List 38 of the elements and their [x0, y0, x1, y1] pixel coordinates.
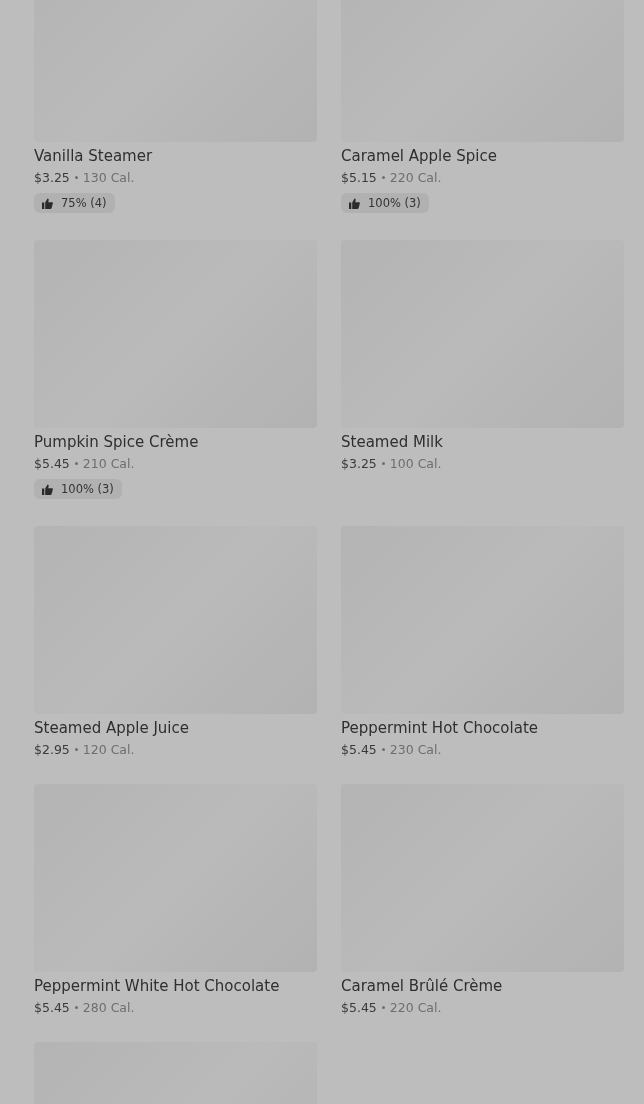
item-name: Vanilla Steamer [34, 147, 154, 165]
item-price: $2.95 [34, 742, 70, 757]
item-calories: 220 Cal. [389, 1000, 442, 1015]
item-calories: 100 Cal. [389, 456, 442, 471]
item-calories: 220 Cal. [389, 170, 442, 185]
rating-badge: 100% (3) [341, 193, 429, 213]
item-calories: 120 Cal. [82, 742, 135, 757]
item-name: Pumpkin Spice Crème [34, 433, 200, 451]
thumbs-up-icon [42, 483, 53, 495]
item-name: Peppermint White Hot Chocolate [34, 977, 281, 995]
separator-dot [74, 176, 78, 179]
item-calories: 210 Cal. [82, 456, 135, 471]
item-name: Caramel Apple Spice [341, 147, 498, 165]
item-calories: 230 Cal. [389, 742, 442, 757]
separator-dot [74, 1006, 78, 1009]
item-price: $5.45 [341, 742, 377, 757]
item-price: $5.45 [34, 456, 70, 471]
separator-dot [381, 1006, 385, 1009]
item-price: $5.45 [341, 1000, 377, 1015]
rating-badge: 75% (4) [34, 193, 115, 213]
separator-dot [381, 176, 385, 179]
separator-dot [74, 748, 78, 751]
separator-dot [381, 748, 385, 751]
item-name: Steamed Milk [341, 433, 444, 451]
item-calories: 280 Cal. [82, 1000, 135, 1015]
item-name: Peppermint Hot Chocolate [341, 719, 539, 737]
separator-dot [74, 462, 78, 465]
item-price: $3.25 [34, 170, 70, 185]
item-price: $5.45 [34, 1000, 70, 1015]
separator-dot [381, 462, 385, 465]
item-price: $5.15 [341, 170, 377, 185]
item-calories: 130 Cal. [82, 170, 135, 185]
thumbs-up-icon [349, 197, 360, 209]
thumbs-up-icon [42, 197, 53, 209]
item-name: Caramel Brûlé Crème [341, 977, 504, 995]
item-price: $3.25 [341, 456, 377, 471]
item-name: Steamed Apple Juice [34, 719, 190, 737]
rating-badge: 100% (3) [34, 479, 122, 499]
